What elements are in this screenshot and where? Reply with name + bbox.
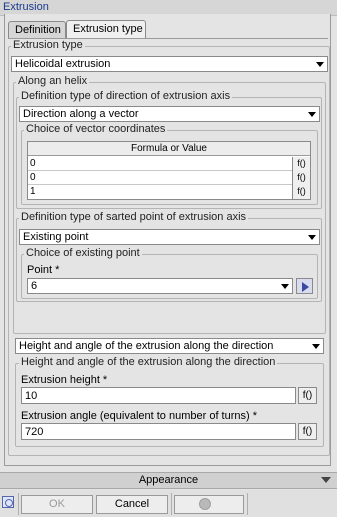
start-point-type-select[interactable]: Existing point — [19, 229, 320, 245]
vector-coordinates-group-label: Choice of vector coordinates — [24, 123, 168, 135]
start-point-type-value: Existing point — [23, 231, 89, 243]
extrusion-angle-label: Extrusion angle (equivalent to number of… — [21, 410, 258, 422]
window-title: Extrusion — [3, 1, 49, 13]
height-angle-mode-select[interactable]: Height and angle of the extrusion along … — [15, 338, 324, 354]
table-header: Formula or Value — [28, 142, 310, 156]
ok-button[interactable]: OK — [21, 495, 93, 514]
point-select[interactable]: 6 — [27, 278, 293, 294]
play-icon — [302, 282, 309, 292]
formula-button[interactable]: f() — [292, 185, 310, 199]
separator — [18, 493, 19, 515]
existing-point-group-label: Choice of existing point — [24, 247, 142, 259]
helix-group-label: Along an helix — [16, 75, 90, 87]
extrusion-height-label: Extrusion height * — [21, 374, 108, 386]
dropdown-arrow-icon — [308, 235, 316, 240]
extrusion-height-input[interactable]: 10 — [21, 387, 296, 404]
cancel-button[interactable]: Cancel — [96, 495, 168, 514]
table-row: 0 f() — [28, 157, 310, 171]
angle-formula-button[interactable]: f() — [298, 423, 317, 440]
status-dot-icon — [199, 498, 211, 510]
direction-type-group-label: Definition type of direction of extrusio… — [19, 90, 233, 102]
direction-type-select[interactable]: Direction along a vector — [19, 106, 320, 122]
extrusion-angle-value: 720 — [25, 426, 44, 438]
help-icon[interactable] — [2, 496, 14, 508]
extrusion-type-group-label: Extrusion type — [11, 39, 85, 51]
formula-button[interactable]: f() — [292, 157, 310, 171]
extrusion-angle-input[interactable]: 720 — [21, 423, 296, 440]
chevron-down-icon — [321, 477, 331, 483]
direction-type-value: Direction along a vector — [23, 108, 139, 120]
tab-extrusion-type[interactable]: Extrusion type — [66, 20, 146, 38]
extrusion-type-select[interactable]: Helicoidal extrusion — [11, 56, 328, 72]
dropdown-arrow-icon — [308, 112, 316, 117]
table-row: 1 f() — [28, 185, 310, 199]
separator — [171, 493, 172, 515]
bottom-toolbar: OK Cancel — [0, 490, 337, 517]
tab-definition[interactable]: Definition — [8, 21, 66, 38]
table-row: 0 f() — [28, 171, 310, 185]
dropdown-arrow-icon — [281, 284, 289, 289]
vector-z-value[interactable]: 1 — [30, 185, 36, 199]
extrusion-height-value: 10 — [25, 390, 38, 402]
extrusion-type-value: Helicoidal extrusion — [15, 58, 111, 70]
pick-point-button[interactable] — [296, 278, 313, 294]
appearance-section-toggle[interactable]: Appearance — [0, 472, 337, 489]
height-angle-mode-value: Height and angle of the extrusion along … — [19, 340, 274, 352]
dropdown-arrow-icon — [316, 62, 324, 67]
vector-y-value[interactable]: 0 — [30, 171, 36, 185]
formula-button[interactable]: f() — [292, 171, 310, 185]
height-angle-group-label: Height and angle of the extrusion along … — [19, 356, 278, 368]
appearance-label: Appearance — [138, 474, 199, 486]
dropdown-arrow-icon — [312, 344, 320, 349]
point-field-label: Point * — [27, 264, 60, 276]
point-value: 6 — [31, 280, 38, 292]
vector-table: Formula or Value 0 f() 0 f() 1 f() — [27, 141, 311, 200]
height-formula-button[interactable]: f() — [298, 387, 317, 404]
separator — [247, 493, 248, 515]
start-point-type-group-label: Definition type of sarted point of extru… — [19, 211, 249, 223]
vector-x-value[interactable]: 0 — [30, 157, 36, 171]
